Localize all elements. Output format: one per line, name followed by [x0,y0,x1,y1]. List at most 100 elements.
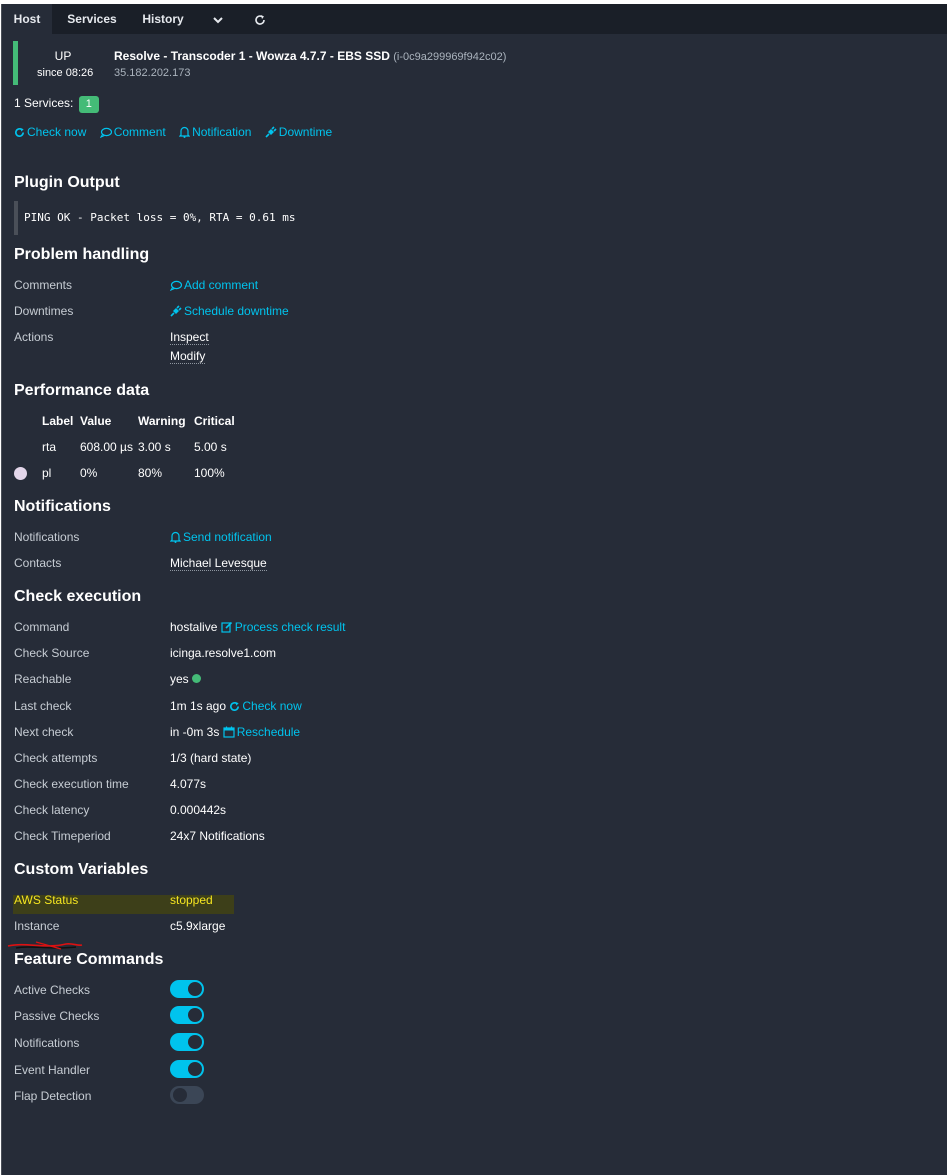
add-comment-link[interactable]: Add comment [170,278,258,292]
reachable-status-dot [191,674,201,683]
toggle-knob [188,1035,202,1049]
next-check-label: Next check [14,725,74,739]
reachable-text: yes [170,672,189,686]
check-now-link[interactable]: Check now [14,125,90,139]
refresh-icon [230,701,240,711]
perf-row-label: rta [42,440,57,454]
refresh-icon [15,127,24,137]
command-value: hostalive Process check result [170,620,345,634]
check-now-inline-link[interactable]: Check now [229,699,302,713]
tab-more[interactable] [204,4,232,34]
notification-link[interactable]: Notification [179,125,255,139]
comment-label: Comment [113,125,166,139]
send-notification-link[interactable]: Send notification [170,530,272,544]
refresh-icon [255,14,265,25]
aws-status-label: AWS Status [14,893,79,907]
perf-header-critical: Critical [194,414,235,428]
performance-title: Performance data [14,382,150,399]
comments-label: Comments [14,278,73,292]
feature-commands-title: Feature Commands [14,951,164,968]
host-state: UP [54,49,72,63]
perf-row-warning: 3.00 s [138,440,171,454]
schedule-downtime-label: Schedule downtime [184,304,289,318]
plugin-output-title: Plugin Output [14,174,120,191]
downtime-link[interactable]: Downtime [265,125,332,139]
check-source-value: icinga.resolve1.com [170,646,277,660]
last-check-value: 1m 1s ago Check now [170,699,302,713]
comment-icon [99,127,112,138]
perf-header-warning: Warning [138,414,186,428]
check-timeperiod-label: Check Timeperiod [14,829,111,843]
host-detail-panel: Host Services History UP since 08:26 Res… [1,4,947,1175]
inspect-label: Inspect [170,330,209,345]
check-execution-time-label: Check execution time [14,777,129,791]
notification-label: Notification [192,125,252,139]
toggle-knob [188,1008,202,1022]
event-handler-toggle[interactable] [170,1060,204,1078]
active-checks-toggle[interactable] [170,980,204,998]
toggle-knob [173,1088,187,1102]
notifications-feature-label: Notifications [14,1036,80,1050]
perf-pie-indicator [14,467,27,480]
custom-variables-title: Custom Variables [14,861,149,878]
contact-link[interactable]: Michael Levesque [170,556,267,571]
check-now-label: Check now [27,125,87,139]
last-check-time: 1m 1s ago [170,699,227,713]
quick-actions: Check now Comment Notification Downtime [14,125,342,139]
edit-icon [221,621,232,633]
comment-icon [170,280,182,291]
contact-name: Michael Levesque [170,556,267,571]
check-execution-time-value: 4.077s [170,777,207,791]
contacts-label: Contacts [14,556,62,570]
perf-row-value: 608.00 µs [80,440,133,454]
send-notification-label: Send notification [183,530,272,544]
downtimes-label: Downtimes [14,304,74,318]
aws-status-value: stopped [170,893,213,907]
perf-header-label: Label [42,414,74,428]
modify-label: Modify [170,349,206,364]
notifications-toggle[interactable] [170,1033,204,1051]
notifications-title: Notifications [14,498,111,515]
plugin-output-text: PING OK - Packet loss = 0%, RTA = 0.61 m… [14,201,344,235]
process-check-result-link[interactable]: Process check result [221,620,345,634]
check-now-inline-label: Check now [242,699,302,713]
plug-icon [170,305,182,317]
command-name: hostalive [170,620,218,634]
reschedule-link[interactable]: Reschedule [223,725,300,739]
check-execution-title: Check execution [14,588,142,605]
tab-history[interactable]: History [134,4,192,34]
tab-bar: Host Services History [2,4,947,34]
host-state-since: since 08:26 [37,67,94,79]
inspect-action[interactable]: Inspect [170,330,209,345]
flap-detection-toggle[interactable] [170,1086,204,1104]
state-indicator [13,41,18,85]
instance-label: Instance [14,919,60,933]
schedule-downtime-link[interactable]: Schedule downtime [170,304,289,318]
perf-row-critical: 5.00 s [194,440,227,454]
reachable-value: yes [170,672,201,686]
check-attempts-label: Check attempts [14,751,98,765]
next-check-time: in -0m 3s [170,725,220,739]
perf-row-value: 0% [80,466,98,480]
notifications-label: Notifications [14,530,80,544]
toggle-knob [188,982,202,996]
plug-icon [265,126,277,138]
check-timeperiod-value: 24x7 Notifications [170,829,265,843]
comment-link[interactable]: Comment [99,125,169,139]
check-attempts-value: 1/3 (hard state) [170,751,252,765]
services-count-badge[interactable]: 1 [78,96,99,113]
passive-checks-toggle[interactable] [170,1006,204,1024]
tab-refresh[interactable] [246,4,274,34]
services-label: 1 Services: [14,96,74,110]
next-check-value: in -0m 3s Reschedule [170,725,300,739]
modify-action[interactable]: Modify [170,349,206,364]
tab-services[interactable]: Services [58,4,126,34]
problem-handling-title: Problem handling [14,246,150,263]
services-summary: 1 Services: 1 [14,96,99,113]
add-comment-label: Add comment [184,278,259,292]
downtime-label: Downtime [278,125,333,139]
perf-header-value: Value [80,414,112,428]
perf-row-warning: 80% [138,466,163,480]
tab-host[interactable]: Host [2,4,52,34]
command-label: Command [14,620,70,634]
